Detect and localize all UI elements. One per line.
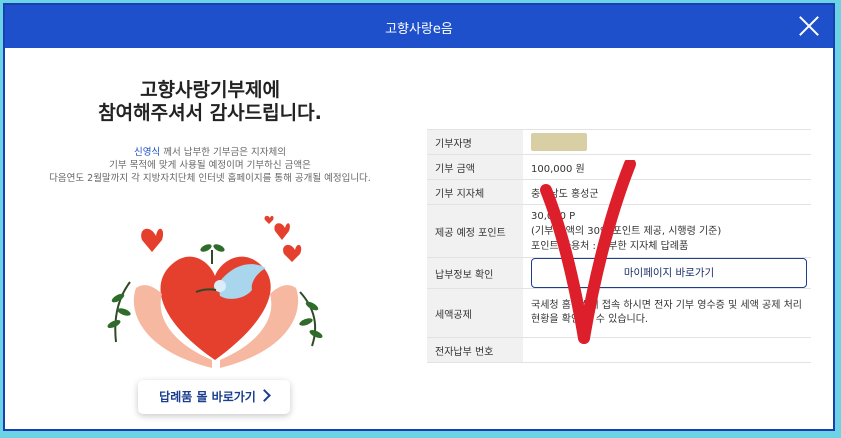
region-value: 충청남도 홍성군 [523, 179, 811, 205]
description-line-3: 다음연도 2월말까지 각 지방자치단체 인터넷 홈페이지를 통해 공개될 예정입… [49, 173, 371, 184]
points-value: 30,000 P (기부 금액의 30% 포인트 제공, 시행령 기준) 포인트… [523, 204, 811, 258]
chevron-right-icon [257, 389, 271, 402]
left-small-heart [141, 228, 164, 252]
epay-value [523, 337, 811, 363]
table-row-amount: 기부 금액 100,000 원 [427, 154, 811, 180]
gift-mall-button[interactable]: 답례품 몰 바로가기 [138, 380, 290, 414]
gift-mall-button-label: 답례품 몰 바로가기 [159, 390, 256, 404]
headline-line-2: 참여해주셔서 감사드립니다. [98, 102, 322, 124]
donor-name: 신영식 [134, 147, 161, 158]
right-small-heart [274, 223, 290, 240]
donor-label: 기부자명 [427, 129, 523, 155]
tiny-heart [264, 215, 274, 224]
tax-value: 국세청 홈택스에 접속 하시면 전자 기부 영수증 및 세액 공제 처리 현황을… [523, 288, 811, 338]
epay-label: 전자납부 번호 [427, 337, 523, 363]
donation-complete-modal: 고향사랑e음 고향사랑기부제에 참여해주셔서 감사드립니다. 신영식 께서 납부… [3, 3, 835, 431]
donor-value [523, 129, 811, 155]
table-row-donor: 기부자명 [427, 129, 811, 155]
close-icon[interactable] [797, 14, 821, 38]
amount-label: 기부 금액 [427, 154, 523, 180]
amount-value: 100,000 원 [523, 154, 811, 180]
donation-info-table: 기부자명 기부 금액 100,000 원 기부 지자체 충청남도 홍성군 제공 … [427, 129, 811, 363]
right-heart [283, 244, 302, 262]
payment-label: 납부정보 확인 [427, 257, 523, 289]
headline-line-1: 고향사랑기부제에 [140, 79, 280, 101]
table-row-tax: 세액공제 국세청 홈택스에 접속 하시면 전자 기부 영수증 및 세액 공제 처… [427, 288, 811, 338]
payment-value: 마이페이지 바로가기 [523, 257, 811, 289]
thank-you-headline: 고향사랑기부제에 참여해주셔서 감사드립니다. [35, 79, 385, 125]
description-line-2: 기부 목적에 맞게 사용될 예정이며 기부하신 금액은 [109, 160, 311, 171]
points-label: 제공 예정 포인트 [427, 204, 523, 258]
table-row-points: 제공 예정 포인트 30,000 P (기부 금액의 30% 포인트 제공, 시… [427, 204, 811, 258]
table-row-payment: 납부정보 확인 마이페이지 바로가기 [427, 257, 811, 289]
mypage-button[interactable]: 마이페이지 바로가기 [531, 258, 807, 288]
table-row-region: 기부 지자체 충청남도 홍성군 [427, 179, 811, 205]
points-rate-note: (기부 금액의 30% 포인트 제공, 시행령 기준) [531, 225, 722, 237]
redacted-donor-name [531, 133, 587, 151]
description-line-1-rest: 께서 납부한 기부금은 지자체의 [160, 147, 286, 158]
points-amount: 30,000 P [531, 210, 576, 222]
region-label: 기부 지자체 [427, 179, 523, 205]
donation-description: 신영식 께서 납부한 기부금은 지자체의 기부 목적에 맞게 사용될 예정이며 … [25, 146, 395, 185]
table-row-epay: 전자납부 번호 [427, 337, 811, 363]
description-line-1: 신영식 께서 납부한 기부금은 지자체의 [25, 146, 395, 159]
modal-title: 고향사랑e음 [385, 22, 453, 37]
heart-dove-illustration [107, 215, 323, 368]
modal-titlebar: 고향사랑e음 [5, 5, 833, 48]
tax-label: 세액공제 [427, 288, 523, 338]
points-usage-note: 포인트 사용처 : 기부한 지자체 답례품 [531, 240, 689, 252]
